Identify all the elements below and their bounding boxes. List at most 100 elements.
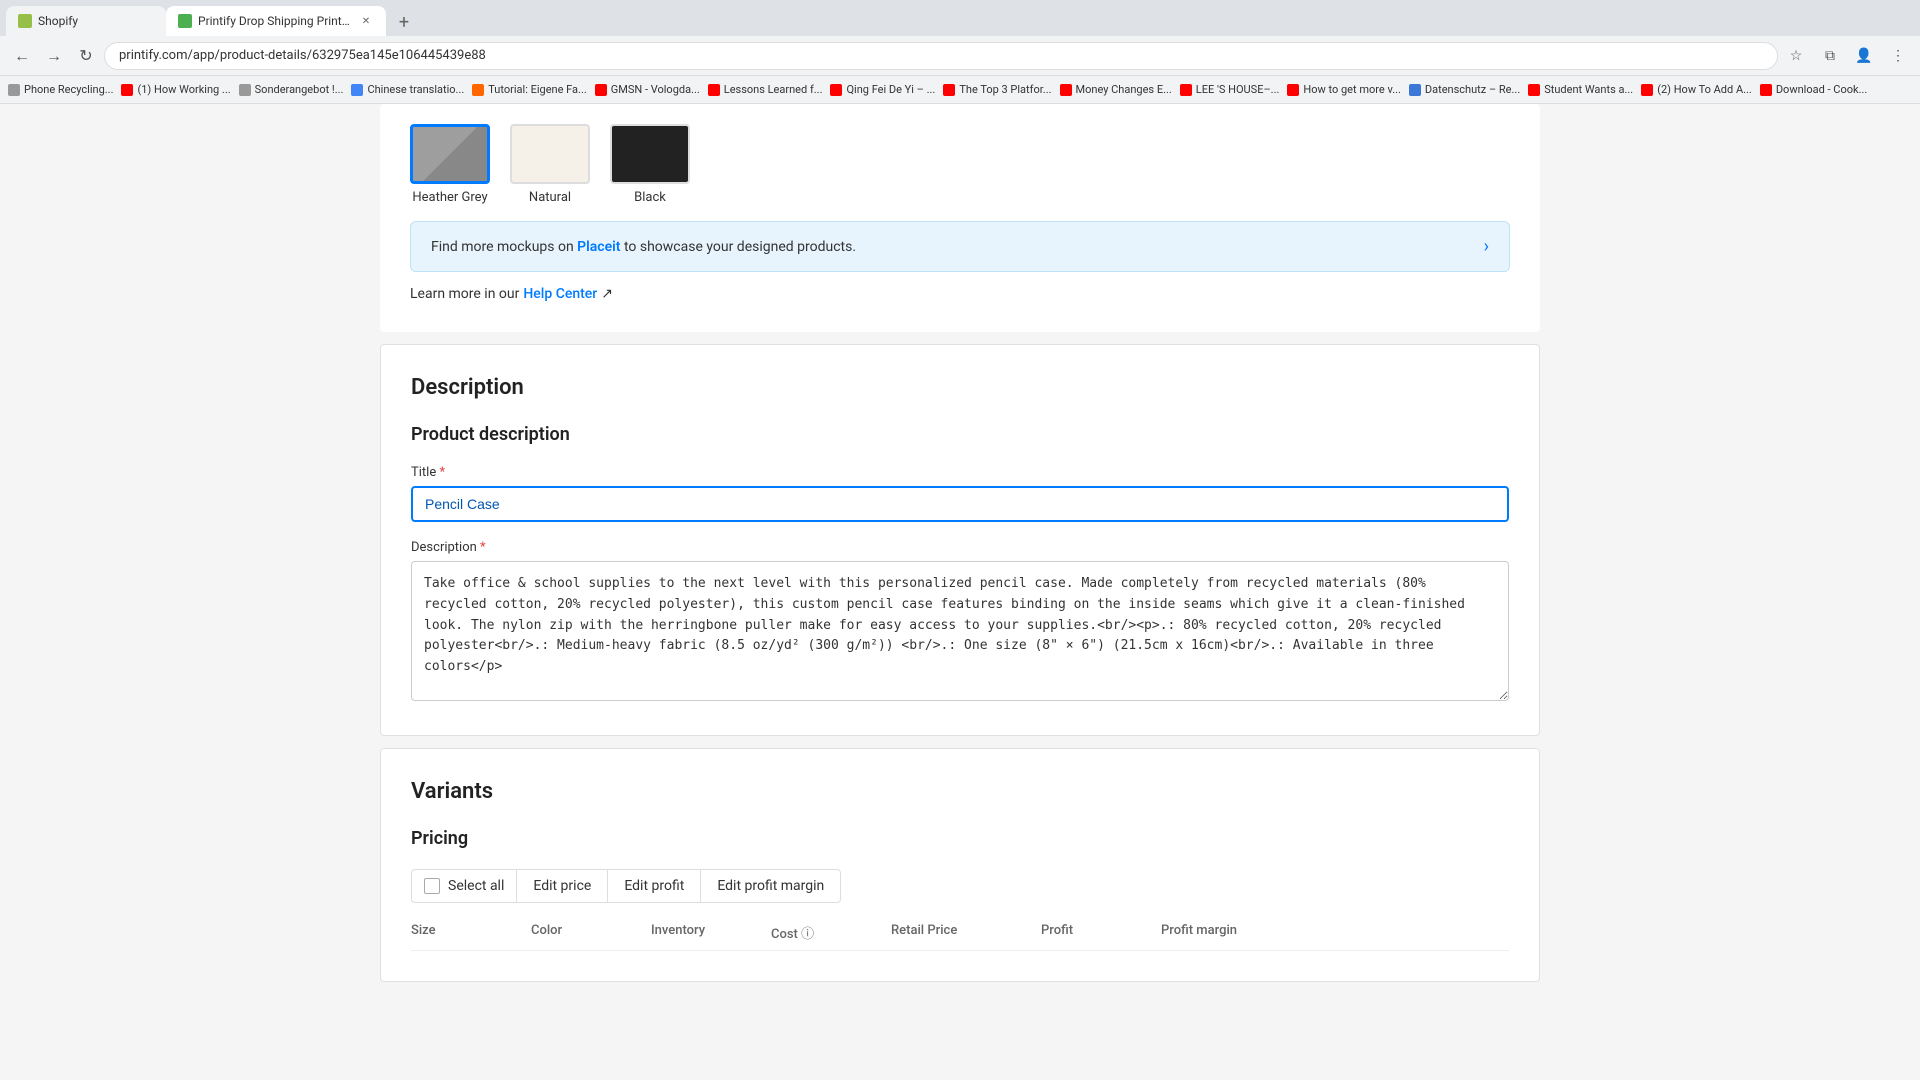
menu-icon[interactable]: ⋮ [1884, 42, 1912, 70]
bookmark-top3[interactable]: The Top 3 Platfor... [943, 83, 1051, 96]
bookmark-favicon-8 [830, 84, 842, 96]
select-all-checkbox[interactable] [424, 878, 440, 894]
external-link-icon: ↗ [601, 286, 613, 302]
bookmark-qing[interactable]: Qing Fei De Yi – ... [830, 83, 935, 96]
bookmark-how-working[interactable]: (1) How Working ... [121, 83, 230, 96]
new-tab-button[interactable]: + [390, 8, 418, 36]
extensions-icon[interactable]: ⧉ [1816, 42, 1844, 70]
swatches-section: Heather Grey Natural Black Find more moc… [380, 104, 1540, 332]
swatch-item-natural[interactable]: Natural [510, 124, 590, 205]
tab-bar: Shopify Printify Drop Shipping Print o..… [0, 0, 1920, 36]
pricing-subsection: Pricing Select all Edit price Edit profi… [411, 828, 1509, 951]
bookmark-favicon-1 [8, 84, 20, 96]
bookmark-label-13: Datenschutz – Re... [1425, 83, 1520, 96]
refresh-button[interactable]: ↻ [72, 42, 100, 70]
tab-shopify[interactable]: Shopify [6, 6, 166, 36]
bookmark-chinese[interactable]: Chinese translatio... [351, 83, 464, 96]
browser-window: Shopify Printify Drop Shipping Print o..… [0, 0, 1920, 1080]
bookmark-favicon-7 [708, 84, 720, 96]
bookmark-favicon-12 [1287, 84, 1299, 96]
bookmark-label-9: The Top 3 Platfor... [959, 83, 1051, 96]
help-center-link: Learn more in our Help Center ↗ [410, 286, 1510, 302]
bookmark-star-icon[interactable]: ☆ [1782, 42, 1810, 70]
bookmark-label-7: Lessons Learned f... [724, 83, 823, 96]
bookmark-favicon-11 [1180, 84, 1192, 96]
bookmark-favicon-10 [1060, 84, 1072, 96]
placeit-arrow-icon: › [1484, 236, 1489, 257]
title-field-label: Title * [411, 465, 1509, 480]
col-color: Color [531, 923, 651, 942]
printify-favicon [178, 14, 192, 28]
bookmark-label-4: Chinese translatio... [367, 83, 464, 96]
table-header-row: Size Color Inventory Cost ⓘ Retail Price… [411, 915, 1509, 951]
address-text: printify.com/app/product-details/632975e… [119, 48, 486, 63]
swatch-item-black[interactable]: Black [610, 124, 690, 205]
description-section-title: Description [411, 375, 1509, 400]
bookmark-tutorial[interactable]: Tutorial: Eigene Fa... [472, 83, 587, 96]
edit-profit-button[interactable]: Edit profit [608, 870, 701, 902]
bookmark-label-16: Download - Cook... [1776, 83, 1867, 96]
title-input[interactable] [411, 486, 1509, 522]
bookmarks-bar: Phone Recycling... (1) How Working ... S… [0, 76, 1920, 104]
bookmark-sonderangebot[interactable]: Sonderangebot !... [239, 83, 344, 96]
edit-price-button[interactable]: Edit price [517, 870, 608, 902]
bookmark-favicon-9 [943, 84, 955, 96]
bookmark-phone-recycling[interactable]: Phone Recycling... [8, 83, 113, 96]
swatch-box-natural [510, 124, 590, 184]
bookmark-lessons[interactable]: Lessons Learned f... [708, 83, 823, 96]
swatch-row: Heather Grey Natural Black [410, 124, 1510, 205]
bookmark-favicon-6 [595, 84, 607, 96]
bookmark-label-2: (1) How Working ... [137, 83, 230, 96]
edit-profit-margin-button[interactable]: Edit profit margin [701, 870, 840, 902]
bookmark-how-to-add[interactable]: (2) How To Add A... [1641, 83, 1752, 96]
variants-section-title: Variants [411, 779, 1509, 804]
tab-printify[interactable]: Printify Drop Shipping Print o... ✕ [166, 6, 386, 36]
pricing-toolbar: Select all Edit price Edit profit Edit p… [411, 869, 841, 903]
select-all-label[interactable]: Select all [448, 878, 504, 894]
placeit-text: Find more mockups on Placeit to showcase… [431, 239, 856, 255]
bookmark-how-to-get[interactable]: How to get more v... [1287, 83, 1401, 96]
bookmark-student[interactable]: Student Wants a... [1528, 83, 1633, 96]
bookmark-money[interactable]: Money Changes E... [1060, 83, 1172, 96]
description-textarea[interactable]: Take office & school supplies to the nex… [411, 561, 1509, 701]
title-required-marker: * [439, 465, 445, 480]
bookmark-gmsn[interactable]: GMSN - Vologda... [595, 83, 700, 96]
bookmark-download-cook[interactable]: Download - Cook... [1760, 83, 1867, 96]
bookmark-label-12: How to get more v... [1303, 83, 1401, 96]
nav-bar: ← → ↻ printify.com/app/product-details/6… [0, 36, 1920, 76]
placeit-banner[interactable]: Find more mockups on Placeit to showcase… [410, 221, 1510, 272]
bookmark-favicon-16 [1760, 84, 1772, 96]
swatch-box-black [610, 124, 690, 184]
swatch-label-heather-grey: Heather Grey [412, 190, 487, 205]
col-retail-price: Retail Price [891, 923, 1041, 942]
address-bar[interactable]: printify.com/app/product-details/632975e… [104, 42, 1778, 70]
placeit-link-text[interactable]: Placeit [577, 239, 620, 255]
bookmark-lee[interactable]: LEE 'S HOUSE–... [1180, 83, 1280, 96]
bookmark-favicon-3 [239, 84, 251, 96]
bookmark-label-11: LEE 'S HOUSE–... [1196, 83, 1280, 96]
bookmark-label-8: Qing Fei De Yi – ... [846, 83, 935, 96]
tab-printify-label: Printify Drop Shipping Print o... [198, 14, 352, 28]
select-all-cell: Select all [412, 870, 517, 902]
back-button[interactable]: ← [8, 42, 36, 70]
bookmark-label-5: Tutorial: Eigene Fa... [488, 83, 587, 96]
variants-section: Variants Pricing Select all Edit price E… [380, 748, 1540, 982]
pricing-title: Pricing [411, 828, 1509, 849]
page-inner: Heather Grey Natural Black Find more moc… [360, 104, 1560, 1034]
description-field-label: Description * [411, 540, 1509, 555]
swatch-item-heather-grey[interactable]: Heather Grey [410, 124, 490, 205]
bookmark-datenschutz[interactable]: Datenschutz – Re... [1409, 83, 1520, 96]
help-center-link-text[interactable]: Help Center [523, 286, 597, 302]
bookmark-label-6: GMSN - Vologda... [611, 83, 700, 96]
help-center-prefix: Learn more in our [410, 286, 519, 302]
col-inventory: Inventory [651, 923, 771, 942]
profile-icon[interactable]: 👤 [1850, 42, 1878, 70]
tab-close-icon[interactable]: ✕ [358, 13, 374, 29]
bookmark-favicon-15 [1641, 84, 1653, 96]
placeit-suffix: to showcase your designed products. [620, 239, 856, 255]
forward-button[interactable]: → [40, 42, 68, 70]
bookmark-favicon-13 [1409, 84, 1421, 96]
shopify-favicon [18, 14, 32, 28]
bookmark-favicon-14 [1528, 84, 1540, 96]
swatch-label-natural: Natural [529, 190, 571, 205]
